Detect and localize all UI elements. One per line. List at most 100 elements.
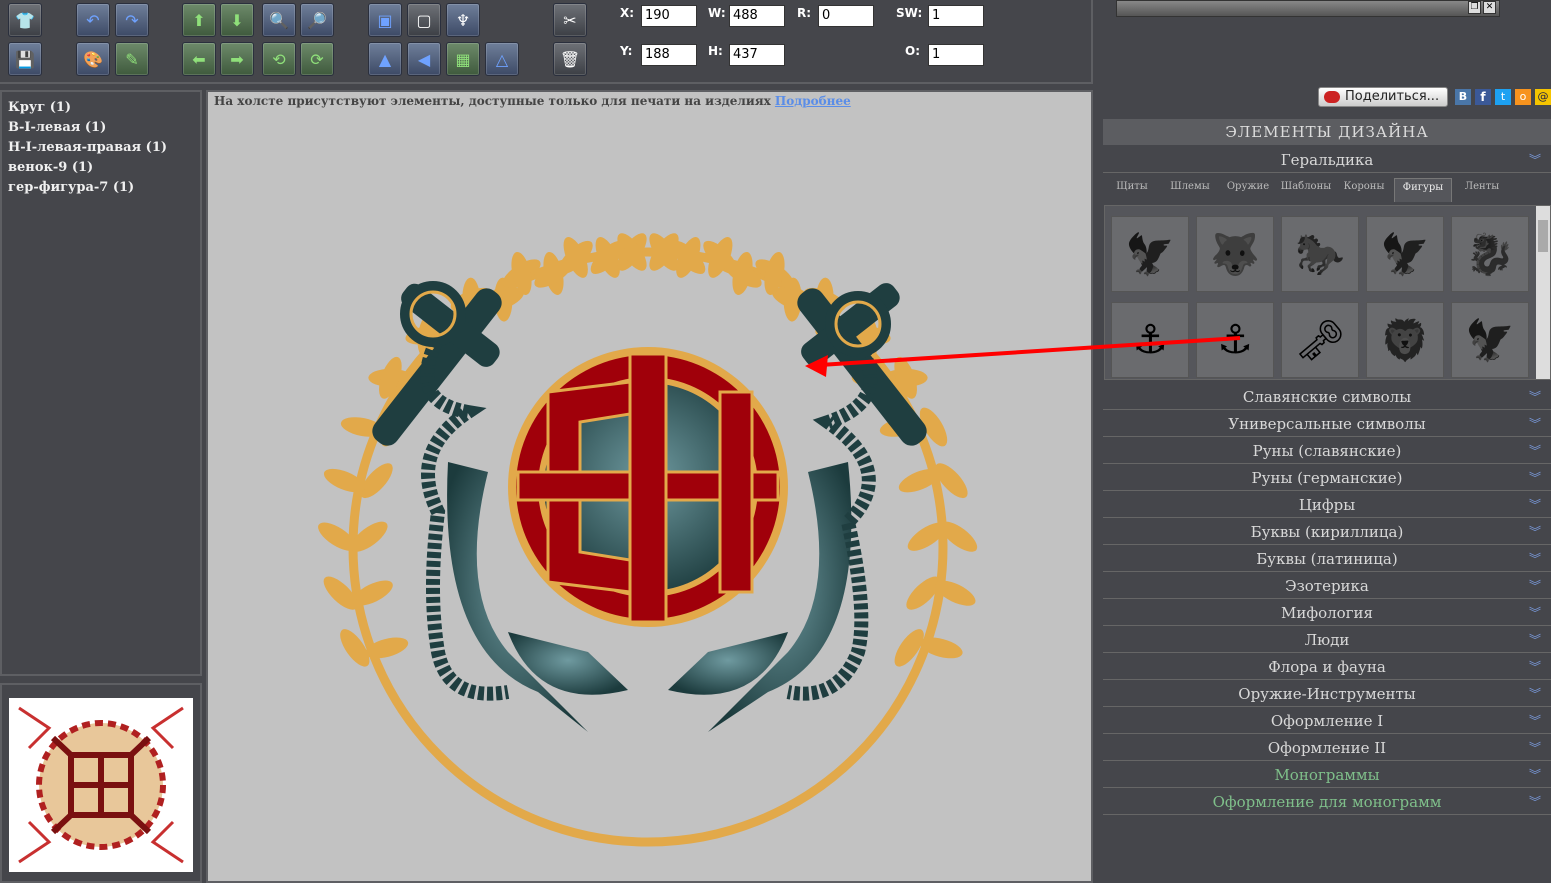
align-icon[interactable]: ♆ xyxy=(446,3,480,37)
twitter-icon[interactable]: t xyxy=(1495,89,1511,105)
o-label: O: xyxy=(905,44,920,58)
category-label: Славянские символы xyxy=(1242,388,1412,406)
shirt-icon[interactable]: 👕 xyxy=(8,3,42,37)
emblem-artwork[interactable] xyxy=(208,92,1091,881)
y-input[interactable]: 188 xyxy=(641,44,697,66)
move-left-icon[interactable]: ⬅ xyxy=(182,42,216,76)
category-item[interactable]: Оружие-Инструменты ︾ xyxy=(1103,681,1551,707)
category-label: Люди xyxy=(1304,631,1350,649)
tools-icon[interactable]: ✂ xyxy=(553,3,587,37)
category-item[interactable]: Славянские символы ︾ xyxy=(1103,384,1551,410)
layer-item[interactable]: В-I-левая (1) xyxy=(2,118,200,138)
facebook-icon[interactable]: f xyxy=(1475,89,1491,105)
mailru-icon[interactable]: @ xyxy=(1535,89,1551,105)
layer-item[interactable]: венок-9 (1) xyxy=(2,158,200,178)
flip-vertical-icon[interactable]: ▲ xyxy=(368,42,402,76)
add-pencil-icon[interactable]: ✎ xyxy=(115,42,149,76)
anchors-figure[interactable]: ⚓ xyxy=(1111,302,1189,378)
category-item[interactable]: Руны (германские) ︾ xyxy=(1103,465,1551,491)
palette-icon[interactable]: 🎨 xyxy=(76,42,110,76)
crossed-keys-figure[interactable]: 🗝 xyxy=(1281,302,1359,378)
r-input[interactable]: 0 xyxy=(818,5,874,27)
monogram-letters xyxy=(516,352,780,624)
move-up-icon[interactable]: ⬆ xyxy=(182,3,216,37)
move-down-icon[interactable]: ⬇ xyxy=(220,3,254,37)
figures-scrollbar[interactable] xyxy=(1536,206,1550,379)
category-heraldry[interactable]: Геральдика ︾ xyxy=(1103,147,1551,173)
save-icon[interactable]: 💾 xyxy=(8,42,42,76)
category-item[interactable]: Буквы (латиница) ︾ xyxy=(1103,546,1551,572)
lion-figure[interactable]: 🦁 xyxy=(1366,302,1444,378)
category-label: Оформление II xyxy=(1267,739,1387,757)
category-label: Руны (германские) xyxy=(1251,469,1403,487)
subtab-ribbons[interactable]: Ленты xyxy=(1454,178,1510,202)
sw-label: SW: xyxy=(896,6,923,20)
chevron-down-icon: ︾ xyxy=(1528,390,1541,404)
category-item[interactable]: Универсальные символы ︾ xyxy=(1103,411,1551,437)
wolf-figure[interactable]: 🐺 xyxy=(1196,216,1274,292)
share-label: Поделиться... xyxy=(1345,89,1440,104)
layer-item[interactable]: гер-фигура-7 (1) xyxy=(2,178,200,198)
zoom-out-icon[interactable]: 🔎 xyxy=(300,3,334,37)
subtab-templates[interactable]: Шаблоны xyxy=(1278,178,1334,202)
send-back-icon[interactable]: ▢ xyxy=(407,3,441,37)
rotate-ccw-icon[interactable]: ⟲ xyxy=(262,42,296,76)
scroll-thumb[interactable] xyxy=(1538,220,1548,252)
close-icon[interactable]: ✕ xyxy=(1483,1,1496,14)
redo-icon[interactable]: ↷ xyxy=(115,3,149,37)
flip-horizontal-icon[interactable]: ◀ xyxy=(407,42,441,76)
category-label: Буквы (кириллица) xyxy=(1250,523,1404,541)
category-item[interactable]: Буквы (кириллица) ︾ xyxy=(1103,519,1551,545)
x-input[interactable]: 190 xyxy=(641,5,697,27)
category-item[interactable]: Люди ︾ xyxy=(1103,627,1551,653)
category-label: Оформление I xyxy=(1270,712,1384,730)
griffin-figure[interactable]: 🐉 xyxy=(1451,216,1529,292)
bring-front-icon[interactable]: ▣ xyxy=(368,3,402,37)
chevron-down-icon: ︾ xyxy=(1528,660,1541,674)
maximize-icon[interactable]: ❐ xyxy=(1468,1,1481,14)
layer-item[interactable]: Н-I-левая-правая (1) xyxy=(2,138,200,158)
move-right-icon[interactable]: ➡ xyxy=(220,42,254,76)
chevron-down-icon: ︾ xyxy=(1528,525,1541,539)
o-input[interactable]: 1 xyxy=(928,44,984,66)
subtab-shields[interactable]: Щиты xyxy=(1104,178,1160,202)
odnoklassniki-icon[interactable]: o xyxy=(1515,89,1531,105)
vk-icon[interactable]: B xyxy=(1455,89,1471,105)
design-canvas[interactable]: На холсте присутствуют элементы, доступн… xyxy=(206,90,1093,883)
horse-figure[interactable]: 🐎 xyxy=(1281,216,1359,292)
category-item[interactable]: Эзотерика ︾ xyxy=(1103,573,1551,599)
rotate-cw-icon[interactable]: ⟳ xyxy=(300,42,334,76)
crossed-anchors-figure[interactable]: ⚓ xyxy=(1196,302,1274,378)
subtab-weapons[interactable]: Оружие xyxy=(1220,178,1276,202)
category-label: Эзотерика xyxy=(1285,577,1369,595)
category-item[interactable]: Флора и фауна ︾ xyxy=(1103,654,1551,680)
category-item[interactable]: Оформление II ︾ xyxy=(1103,735,1551,761)
h-input[interactable]: 437 xyxy=(729,44,785,66)
editor-root: 👕 💾 ↶ ↷ 🎨 ✎ ⬆ ⬇ 🔍 🔎 ⬅ ➡ ⟲ ⟳ ▣ ▢ ♆ ▲ ◀ ▦ … xyxy=(0,0,1551,883)
double-eagle-figure[interactable]: 🦅 xyxy=(1451,302,1529,378)
layer-item[interactable]: Круг (1) xyxy=(2,98,200,118)
chevron-down-icon: ︾ xyxy=(1528,714,1541,728)
subtab-figures[interactable]: Фигуры xyxy=(1394,178,1452,202)
zoom-in-icon[interactable]: 🔍 xyxy=(262,3,296,37)
category-item[interactable]: Цифры ︾ xyxy=(1103,492,1551,518)
x-label: X: xyxy=(620,6,635,20)
category-item[interactable]: Оформление I ︾ xyxy=(1103,708,1551,734)
trash-icon[interactable]: 🗑 xyxy=(553,42,587,76)
category-item[interactable]: Мифология ︾ xyxy=(1103,600,1551,626)
w-input[interactable]: 488 xyxy=(729,5,785,27)
share-button[interactable]: Поделиться... xyxy=(1318,87,1448,107)
eagle-figure[interactable]: 🦅 xyxy=(1111,216,1189,292)
sw-input[interactable]: 1 xyxy=(928,5,984,27)
category-item[interactable]: Руны (славянские) ︾ xyxy=(1103,438,1551,464)
category-item[interactable]: Оформление для монограмм ︾ xyxy=(1103,789,1551,815)
chevron-down-icon: ︾ xyxy=(1528,633,1541,647)
category-item[interactable]: Монограммы ︾ xyxy=(1103,762,1551,788)
outline-icon[interactable]: △ xyxy=(485,42,519,76)
subtab-crowns[interactable]: Короны xyxy=(1336,178,1392,202)
ornament-thumbnail[interactable] xyxy=(9,698,193,872)
phoenix-figure[interactable]: 🦅 xyxy=(1366,216,1444,292)
undo-icon[interactable]: ↶ xyxy=(76,3,110,37)
subtab-helmets[interactable]: Шлемы xyxy=(1162,178,1218,202)
fill-icon[interactable]: ▦ xyxy=(446,42,480,76)
